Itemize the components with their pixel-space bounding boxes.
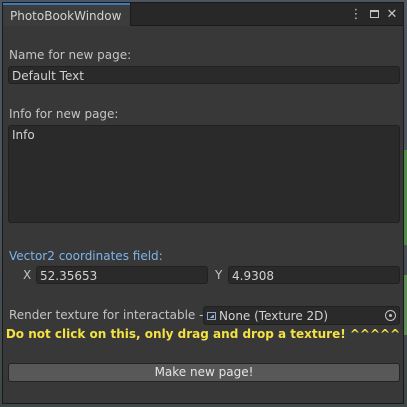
texture-2d-icon (207, 311, 216, 320)
x-label[interactable]: X (23, 268, 31, 282)
make-new-page-button[interactable]: Make new page! (8, 363, 400, 382)
y-label[interactable]: Y (215, 268, 222, 282)
tab-photobookwindow[interactable]: PhotoBookWindow (3, 3, 131, 26)
name-field[interactable]: Default Text (8, 66, 400, 84)
texture-object-field[interactable]: None (Texture 2D) (203, 306, 400, 325)
window-tools: ⋮ ✕ (349, 6, 399, 22)
tab-bar: PhotoBookWindow ⋮ ✕ (3, 3, 403, 26)
name-label: Name for new page: (9, 48, 132, 62)
vector2-label: Vector2 coordinates field: (9, 249, 163, 263)
info-label: Info for new page: (9, 107, 119, 121)
texture-label: Render texture for interactable -> (9, 308, 214, 322)
editor-window: PhotoBookWindow ⋮ ✕ Name for new page: D… (2, 2, 404, 404)
x-field[interactable]: 52.35653 (36, 266, 208, 284)
info-textarea[interactable]: Info (8, 125, 400, 223)
texture-field-value: None (Texture 2D) (219, 308, 329, 323)
close-icon[interactable]: ✕ (385, 6, 399, 22)
y-field[interactable]: 4.9308 (228, 266, 400, 284)
window-content: Name for new page: Default Text Info for… (3, 26, 403, 403)
warning-text: Do not click on this, only drag and drop… (5, 327, 401, 341)
kebab-menu-icon[interactable]: ⋮ (349, 6, 363, 22)
object-picker-icon[interactable] (385, 310, 396, 321)
maximize-icon[interactable] (367, 6, 381, 22)
